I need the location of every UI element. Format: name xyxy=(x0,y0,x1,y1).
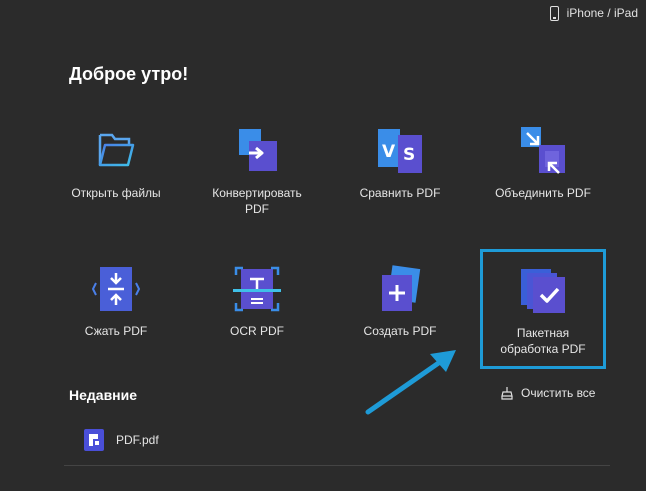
open-files-label: Открыть файлы xyxy=(71,186,161,200)
create-icon xyxy=(382,265,421,311)
iphone-ipad-label: iPhone / iPad xyxy=(566,6,638,20)
recent-section-title: Недавние xyxy=(69,387,138,403)
pdf-file-icon xyxy=(84,429,104,451)
merge-pdf-label: Объединить PDF xyxy=(495,186,591,200)
batch-process-pdf-tool[interactable]: Пакетная обработка PDF xyxy=(480,249,606,369)
recent-divider xyxy=(64,465,610,466)
greeting-title: Доброе утро! xyxy=(69,64,189,84)
folder-icon xyxy=(98,133,135,167)
merge-icon xyxy=(521,127,565,174)
clear-all-label: Очистить все xyxy=(521,386,596,400)
batch-icon xyxy=(521,269,565,313)
ocr-icon xyxy=(233,266,281,312)
merge-pdf-tool[interactable]: Объединить PDF xyxy=(478,127,608,201)
ocr-pdf-label: OCR PDF xyxy=(230,324,284,338)
iphone-ipad-link[interactable]: iPhone / iPad xyxy=(549,4,638,22)
clear-all-button[interactable]: Очистить все xyxy=(500,386,595,400)
broom-icon xyxy=(501,387,513,400)
batch-process-pdf-label: Пакетная обработка PDF xyxy=(500,326,586,356)
compress-pdf-label: Сжать PDF xyxy=(84,324,148,338)
create-pdf-tool[interactable]: Создать PDF xyxy=(335,265,465,339)
create-pdf-label: Создать PDF xyxy=(363,324,437,338)
svg-text:S: S xyxy=(403,145,415,165)
compare-pdf-tool[interactable]: V S Сравнить PDF xyxy=(335,127,465,201)
open-files-tool[interactable]: Открыть файлы xyxy=(51,127,181,201)
recent-file-item[interactable]: PDF.pdf xyxy=(82,428,159,452)
compare-icon: V S xyxy=(378,129,422,173)
convert-pdf-label: Конвертировать PDF xyxy=(212,186,302,216)
recent-file-name: PDF.pdf xyxy=(116,433,159,447)
ocr-pdf-tool[interactable]: OCR PDF xyxy=(192,265,322,339)
svg-text:V: V xyxy=(382,142,396,162)
convert-pdf-tool[interactable]: Конвертировать PDF xyxy=(192,127,322,217)
convert-icon xyxy=(239,129,277,171)
compress-pdf-tool[interactable]: Сжать PDF xyxy=(51,265,181,339)
smartphone-icon xyxy=(549,5,559,21)
compress-icon xyxy=(92,267,140,311)
compare-pdf-label: Сравнить PDF xyxy=(359,186,441,200)
